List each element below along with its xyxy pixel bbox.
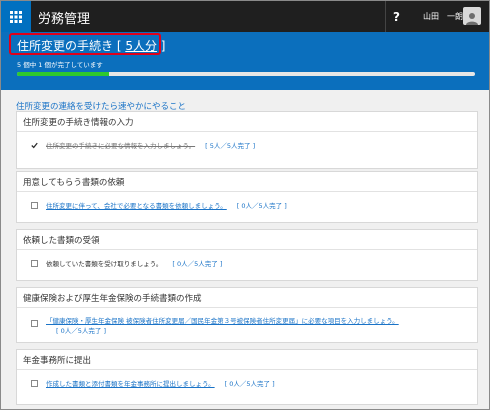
task-card: 住所変更の手続き情報の入力 住所変更の手続きに必要な情報を入力しましょう。 [ 5… bbox=[16, 111, 478, 169]
task-checkbox[interactable] bbox=[31, 320, 38, 327]
task-card: 依頼した書類の受領 依頼していた書類を受け取りましょう。 [ 0人／5人完了 ] bbox=[16, 229, 478, 281]
procedure-title-suffix: ] bbox=[160, 39, 166, 53]
task-status: [ 0人／5人完了 ] bbox=[236, 202, 287, 210]
procedure-header: 住所変更の手続き [ 5人分 ] 5 個中 1 個が完了しています bbox=[1, 32, 489, 90]
procedure-title-prefix: 住所変更の手続き [ bbox=[17, 39, 122, 53]
task-checkbox[interactable] bbox=[31, 202, 38, 209]
app-grid-button[interactable] bbox=[1, 1, 31, 32]
task-link[interactable]: 住所変更の手続きに必要な情報を入力しましょう。 bbox=[46, 142, 195, 150]
help-button[interactable]: ? bbox=[385, 1, 407, 32]
task-status: [ 5人／5人完了 ] bbox=[205, 142, 256, 150]
app-title: 労務管理 bbox=[38, 12, 91, 27]
app-window: 労務管理 ? 山田 一朗 住所変更の手続き [ 5人分 ] 5 個中 1 個が完… bbox=[0, 0, 490, 410]
task-header: 住所変更の手続き情報の入力 bbox=[17, 112, 477, 132]
progress-bar-fill bbox=[17, 72, 109, 76]
task-link[interactable]: 「健康保険・厚生年金保険 被保険者住所変更届／国民年金第３号被保険者住所変更届」… bbox=[46, 317, 399, 325]
task-card: 用意してもらう書類の依頼 住所変更に伴って、会社で必要となる書類を依頼しましょう… bbox=[16, 171, 478, 223]
checkmark-icon bbox=[31, 142, 38, 149]
task-card: 健康保険および厚生年金保険の手続書類の作成 「健康保険・厚生年金保険 被保険者住… bbox=[16, 287, 478, 343]
main-content: 住所変更の連絡を受けたら速やかにやること 住所変更の手続き情報の入力 住所変更の… bbox=[1, 90, 489, 409]
procedure-count-link[interactable]: 5人分 bbox=[125, 39, 157, 53]
task-link[interactable]: 住所変更に伴って、会社で必要となる書類を依頼しましょう。 bbox=[46, 202, 227, 210]
user-icon bbox=[466, 13, 478, 25]
task-link[interactable]: 作成した書類と添付書類を年金事務所に提出しましょう。 bbox=[46, 380, 215, 388]
task-header: 年金事務所に提出 bbox=[17, 350, 477, 370]
task-status: [ 0人／5人完了 ] bbox=[56, 327, 106, 335]
top-bar: 労務管理 ? 山田 一朗 bbox=[1, 1, 489, 32]
task-status: [ 0人／5人完了 ] bbox=[172, 260, 223, 268]
task-header: 健康保険および厚生年金保険の手続書類の作成 bbox=[17, 288, 477, 308]
task-card: 年金事務所に提出 作成した書類と添付書類を年金事務所に提出しましょう。 [ 0人／… bbox=[16, 349, 478, 405]
task-header: 用意してもらう書類の依頼 bbox=[17, 172, 477, 192]
task-status: [ 0人／5人完了 ] bbox=[224, 380, 275, 388]
task-checkbox[interactable] bbox=[31, 142, 38, 149]
progress-bar bbox=[17, 72, 475, 76]
task-checkbox[interactable] bbox=[31, 260, 38, 267]
user-name[interactable]: 山田 一朗 bbox=[423, 11, 463, 22]
grid-icon bbox=[10, 10, 22, 23]
task-checkbox[interactable] bbox=[31, 380, 38, 387]
task-header: 依頼した書類の受領 bbox=[17, 230, 477, 250]
progress-text: 5 個中 1 個が完了しています bbox=[17, 61, 103, 69]
procedure-title: 住所変更の手続き [ 5人分 ] bbox=[17, 37, 165, 54]
avatar[interactable] bbox=[463, 7, 481, 25]
task-text: 依頼していた書類を受け取りましょう。 bbox=[46, 260, 163, 268]
